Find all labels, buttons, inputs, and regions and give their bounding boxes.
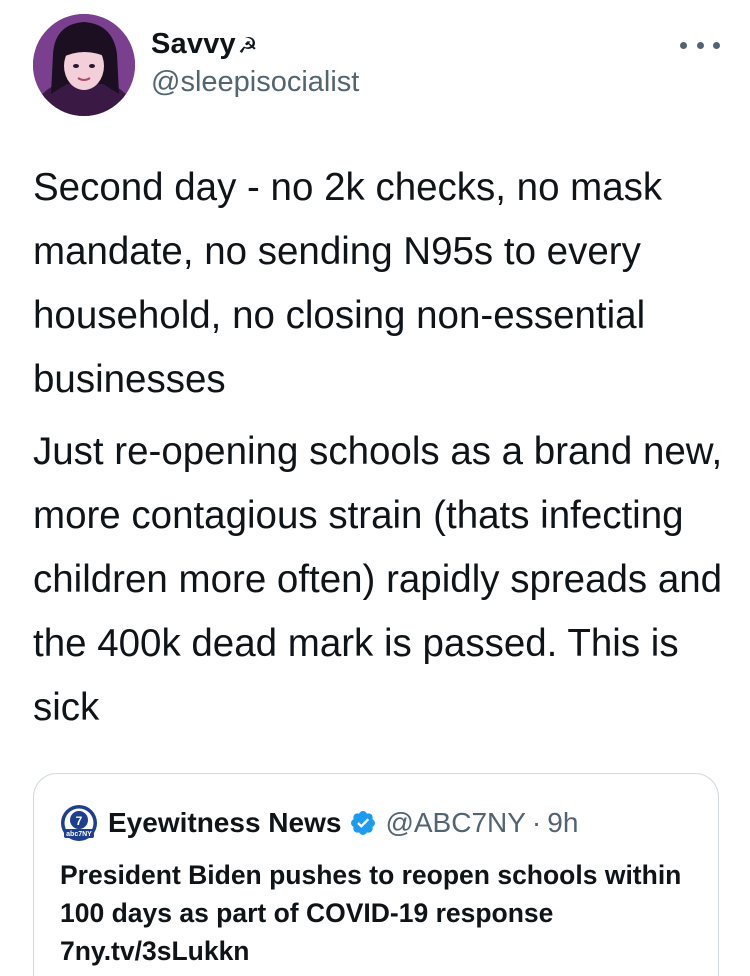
author-display-name[interactable]: Savvy☭ — [151, 28, 258, 61]
quoted-tweet-text: President Biden pushes to reopen schools… — [60, 860, 682, 966]
verified-badge-icon — [349, 809, 377, 837]
tweet: Savvy☭ @sleepisocialist Second day - no … — [0, 0, 750, 976]
more-horizontal-icon — [696, 41, 704, 49]
display-name-text: Savvy — [151, 28, 236, 60]
more-options-button[interactable] — [680, 30, 720, 60]
more-horizontal-icon — [680, 41, 687, 49]
quoted-tweet-header: 7 abc7NY Eyewitness News @ABC7NY · 9h — [60, 804, 578, 842]
quoted-author-handle[interactable]: @ABC7NY — [385, 807, 525, 839]
hammer-sickle-icon: ☭ — [237, 33, 258, 58]
quoted-author-name[interactable]: Eyewitness News — [108, 807, 341, 839]
quoted-tweet-time[interactable]: 9h — [547, 807, 578, 839]
quoted-tweet-card[interactable]: 7 abc7NY Eyewitness News @ABC7NY · 9h Pr… — [33, 773, 719, 976]
svg-text:7: 7 — [76, 814, 83, 828]
separator-dot: · — [531, 807, 542, 838]
tweet-text-paragraph-2: Just re-opening schools as a brand new, … — [33, 430, 723, 729]
avatar-image — [33, 14, 135, 116]
more-horizontal-icon — [713, 41, 720, 49]
tweet-text-paragraph-1: Second day - no 2k checks, no mask manda… — [33, 166, 663, 401]
logo-text: abc7NY — [66, 831, 92, 838]
user-avatar[interactable] — [33, 14, 135, 116]
abc7ny-logo-icon[interactable]: 7 abc7NY — [60, 804, 98, 842]
author-handle[interactable]: @sleepisocialist — [151, 66, 359, 99]
